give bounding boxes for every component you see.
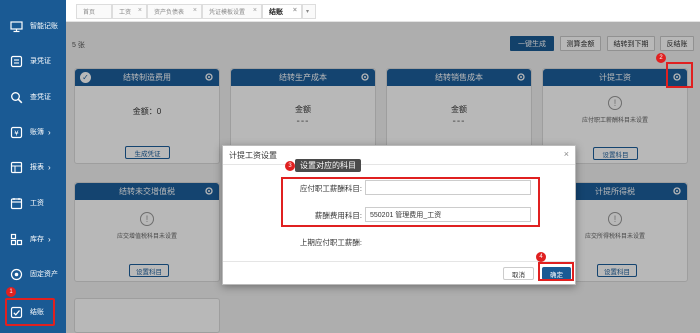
sidebar-item-label: 库存 bbox=[30, 236, 44, 243]
tab-label: 资产负债表 bbox=[154, 10, 185, 16]
previous-payable-salary-value bbox=[365, 234, 369, 249]
close-icon[interactable]: × bbox=[564, 149, 569, 159]
highlight-closing-menu bbox=[5, 298, 55, 326]
monitor-icon bbox=[9, 20, 23, 33]
sidebar-item-label: 固定资产 bbox=[30, 271, 58, 278]
close-icon[interactable]: × bbox=[193, 7, 197, 14]
dialog-title: 计提工资设置 bbox=[229, 151, 277, 160]
step-badge-3: 3 bbox=[285, 161, 295, 171]
sidebar-item-label: 工资 bbox=[30, 200, 44, 207]
tab-home[interactable]: 首页 bbox=[76, 4, 112, 19]
close-icon[interactable]: × bbox=[293, 7, 297, 14]
highlight-confirm bbox=[538, 262, 574, 281]
tab-more-dropdown[interactable]: ▾ bbox=[302, 4, 316, 19]
yen-ledger-icon: ¥ bbox=[9, 126, 23, 139]
close-icon[interactable]: × bbox=[253, 7, 257, 14]
sidebar-item-salary[interactable]: 工资 bbox=[0, 189, 66, 217]
sidebar-item-label: 账簿 bbox=[30, 129, 44, 136]
svg-text:¥: ¥ bbox=[14, 129, 19, 137]
report-icon bbox=[9, 161, 23, 174]
sidebar-item-label: 智能记账 bbox=[30, 23, 58, 30]
sidebar-item-ledger[interactable]: ¥ 账簿 › bbox=[0, 118, 66, 146]
cancel-button[interactable]: 取消 bbox=[503, 267, 534, 280]
chevron-right-icon: › bbox=[48, 127, 51, 137]
tab-label: 首页 bbox=[83, 10, 96, 16]
tab-label: 凭证模板设置 bbox=[209, 10, 246, 16]
salary-settings-dialog: 计提工资设置 × 设置对应的科目 3 应付职工薪酬科目: 薪酬费用科目: 550… bbox=[222, 145, 576, 285]
sidebar-item-label: 查凭证 bbox=[30, 94, 51, 101]
sidebar-item-reports[interactable]: 报表 › bbox=[0, 153, 66, 181]
salary-expense-account-label: 薪酬费用科目: bbox=[314, 211, 362, 220]
sidebar-item-label: 录凭证 bbox=[30, 58, 51, 65]
payable-salary-account-label: 应付职工薪酬科目: bbox=[299, 184, 362, 193]
tab-label: 结账 bbox=[269, 8, 283, 16]
divider bbox=[223, 261, 575, 262]
step-badge-2: 2 bbox=[656, 53, 666, 63]
salary-expense-account-input[interactable]: 550201 管理费用_工资 bbox=[365, 207, 531, 222]
payable-salary-account-input[interactable] bbox=[365, 180, 531, 195]
voucher-entry-icon bbox=[9, 55, 23, 68]
step-badge-4: 4 bbox=[536, 252, 546, 262]
step-badge-1: 1 bbox=[6, 287, 16, 297]
sidebar-item-enter-voucher[interactable]: 录凭证 bbox=[0, 47, 66, 75]
fixed-asset-icon bbox=[9, 268, 23, 281]
chevron-down-icon: ▾ bbox=[306, 9, 310, 15]
tab-salary[interactable]: 工资 × bbox=[112, 4, 147, 19]
tab-label: 工资 bbox=[119, 10, 132, 16]
tab-bar: 首页 工资 × 资产负债表 × 凭证模板设置 × 结账 × ▾ bbox=[66, 0, 700, 22]
sidebar-item-query-voucher[interactable]: 查凭证 bbox=[0, 83, 66, 111]
tab-voucher-template[interactable]: 凭证模板设置 × bbox=[202, 4, 262, 19]
sidebar-item-smart-booking[interactable]: 智能记账 bbox=[0, 12, 66, 40]
close-icon[interactable]: × bbox=[138, 7, 142, 14]
salary-icon bbox=[9, 197, 23, 210]
tab-balance-sheet[interactable]: 资产负债表 × bbox=[147, 4, 202, 19]
highlight-gear bbox=[666, 62, 693, 88]
sidebar-item-fixed-assets[interactable]: 固定资产 bbox=[0, 260, 66, 288]
inventory-icon bbox=[9, 233, 23, 246]
previous-payable-salary-label: 上期应付职工薪酬: bbox=[299, 238, 362, 247]
tooltip: 设置对应的科目 bbox=[295, 159, 361, 172]
sidebar-item-inventory[interactable]: 库存 › bbox=[0, 225, 66, 253]
magnifier-icon bbox=[9, 91, 23, 104]
divider bbox=[223, 164, 575, 165]
sidebar: 智能记账 录凭证 查凭证 ¥ 账簿 › 报表 › 工资 库存 › 固定资产 结账 bbox=[0, 0, 66, 333]
chevron-right-icon: › bbox=[48, 162, 51, 172]
sidebar-item-label: 报表 bbox=[30, 164, 44, 171]
chevron-right-icon: › bbox=[48, 234, 51, 244]
tab-closing[interactable]: 结账 × bbox=[262, 4, 302, 19]
